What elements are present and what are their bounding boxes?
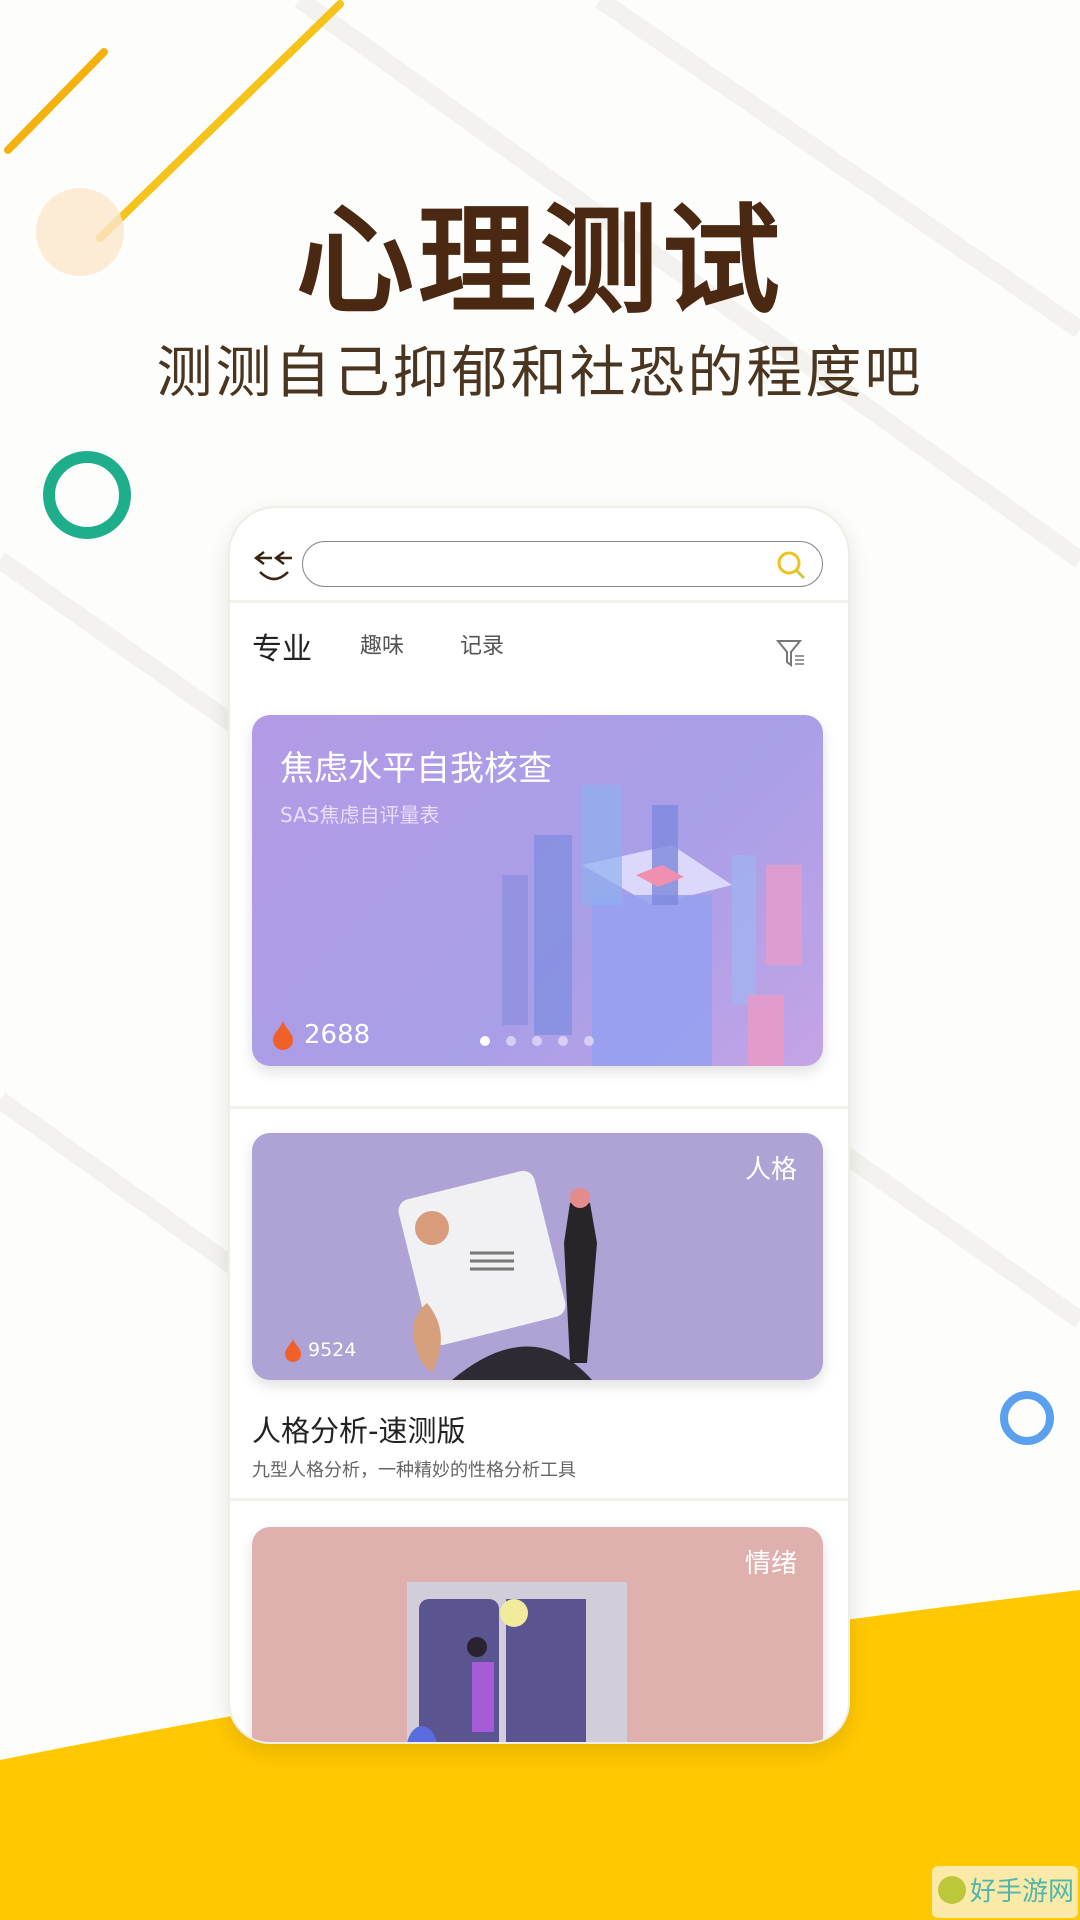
- divider: [230, 600, 848, 603]
- banner-title: 焦虑水平自我核查: [280, 749, 552, 789]
- search-icon[interactable]: [776, 550, 806, 580]
- search-input[interactable]: [302, 541, 823, 587]
- carousel-indicator[interactable]: [480, 1036, 594, 1046]
- phone-mockup: 专业 趣味 记录 焦虑水平自我核查 SAS焦虑自评量表 2688 人格 9524…: [230, 508, 848, 1742]
- divider: [230, 1106, 848, 1109]
- test-card-personality[interactable]: 人格 9524: [252, 1133, 823, 1380]
- carousel-dot[interactable]: [532, 1036, 542, 1046]
- tab-records[interactable]: 记录: [460, 628, 504, 660]
- subheadline: 测测自己抑郁和社恐的程度吧: [156, 341, 924, 406]
- watermark-logo: 好手游网: [932, 1866, 1078, 1918]
- category-tag: 人格: [744, 1155, 797, 1185]
- tab-fun[interactable]: 趣味: [360, 628, 404, 660]
- fire-icon: [285, 1339, 301, 1362]
- svg-text:好手游网: 好手游网: [970, 1877, 1074, 1907]
- carousel-dot[interactable]: [558, 1036, 568, 1046]
- emotion-illustration: [407, 1582, 627, 1742]
- category-tag: 情绪: [744, 1549, 797, 1579]
- carousel-dot[interactable]: [584, 1036, 594, 1046]
- divider: [230, 1498, 848, 1501]
- carousel-dot[interactable]: [480, 1036, 490, 1046]
- participant-count: 9524: [284, 1338, 356, 1362]
- green-ring-decoration: [43, 451, 131, 539]
- card-description: 九型人格分析，一种精妙的性格分析工具: [252, 1460, 576, 1481]
- count-value: 2688: [304, 1020, 371, 1050]
- headline: 心理测试: [295, 192, 784, 330]
- carousel-dot[interactable]: [506, 1036, 516, 1046]
- blue-ring-decoration: [1000, 1391, 1054, 1445]
- participant-count: 2688: [272, 1020, 370, 1050]
- smile-back-icon[interactable]: [252, 546, 296, 586]
- filter-icon[interactable]: [776, 638, 806, 668]
- test-card-emotion[interactable]: 情绪: [252, 1527, 823, 1742]
- banner-card[interactable]: 焦虑水平自我核查 SAS焦虑自评量表 2688: [252, 715, 823, 1066]
- tab-professional[interactable]: 专业: [252, 624, 312, 668]
- count-value: 9524: [308, 1339, 357, 1361]
- banner-subtitle: SAS焦虑自评量表: [280, 803, 440, 827]
- fire-icon: [273, 1021, 293, 1050]
- card-title[interactable]: 人格分析-速测版: [252, 1408, 465, 1450]
